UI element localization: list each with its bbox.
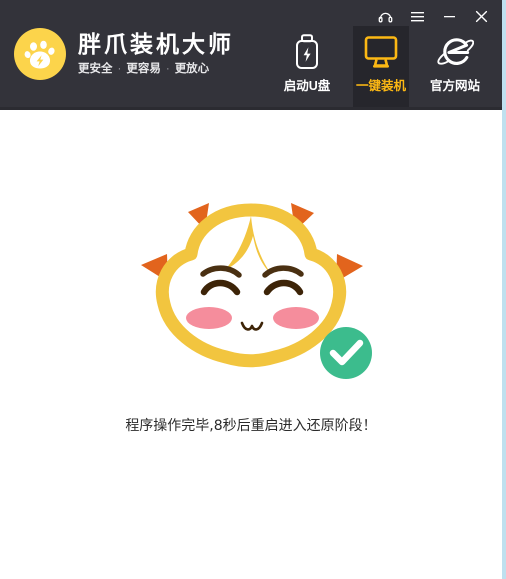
app-header: 胖爪装机大师 更安全 · 更容易 · 更放心 启动U盘 一键装机 官方网站 bbox=[0, 0, 502, 110]
brand: 胖爪装机大师 更安全 · 更容易 · 更放心 bbox=[14, 28, 234, 80]
tagline-separator-1: · bbox=[117, 62, 122, 75]
support-headset-icon[interactable] bbox=[372, 5, 398, 27]
menu-icon[interactable] bbox=[404, 5, 430, 27]
brand-tagline: 更安全 · 更容易 · 更放心 bbox=[78, 60, 234, 78]
success-check-icon bbox=[320, 327, 372, 379]
nav-item-official-site[interactable]: 官方网站 bbox=[427, 26, 483, 110]
nav-label-official-site: 官方网站 bbox=[429, 79, 480, 93]
nav-label-usb-boot: 启动U盘 bbox=[283, 79, 331, 93]
window-controls bbox=[372, 5, 494, 27]
status-message: 程序操作完毕,8秒后重启进入还原阶段！ bbox=[125, 418, 377, 434]
tagline-part-3: 更放心 bbox=[174, 62, 210, 75]
internet-explorer-icon bbox=[436, 26, 474, 78]
nav-item-one-click-install[interactable]: 一键装机 bbox=[353, 26, 409, 110]
usb-drive-icon bbox=[292, 26, 322, 78]
main-nav: 启动U盘 一键装机 官方网站 bbox=[270, 26, 492, 110]
nav-label-one-click-install: 一键装机 bbox=[355, 79, 406, 93]
page-title: 胖爪装机大师 bbox=[78, 30, 234, 57]
desktop-background-sliver bbox=[502, 0, 506, 579]
app-window: 胖爪装机大师 更安全 · 更容易 · 更放心 启动U盘 一键装机 官方网站 程序… bbox=[0, 0, 502, 579]
tagline-part-1: 更安全 bbox=[78, 62, 113, 75]
close-icon[interactable] bbox=[468, 5, 494, 27]
minimize-icon[interactable] bbox=[436, 5, 462, 27]
cat-mascot-icon bbox=[125, 190, 380, 395]
tagline-separator-2: · bbox=[165, 62, 170, 75]
paw-lightning-icon bbox=[14, 28, 66, 80]
monitor-icon bbox=[363, 26, 399, 78]
tagline-part-2: 更容易 bbox=[126, 62, 161, 75]
nav-item-usb-boot[interactable]: 启动U盘 bbox=[279, 26, 335, 110]
main-content: 程序操作完毕,8秒后重启进入还原阶段！ 电脑技术吧 bbox=[0, 110, 502, 579]
